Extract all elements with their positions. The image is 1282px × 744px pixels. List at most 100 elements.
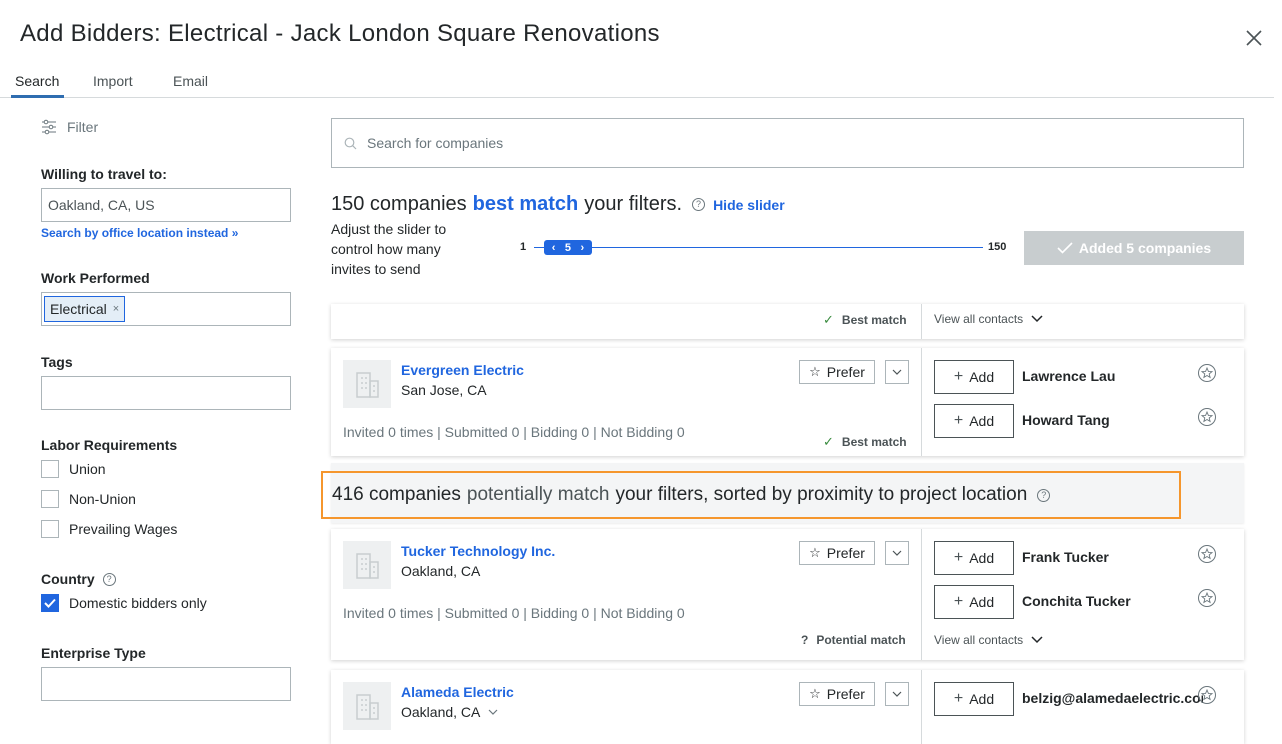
view-all-contacts-link[interactable]: View all contacts	[934, 633, 1043, 647]
plus-icon: +	[953, 368, 964, 385]
prefer-button[interactable]: ☆ Prefer	[799, 682, 875, 706]
union-checkbox[interactable]	[41, 460, 59, 478]
enterprise-type-input[interactable]	[41, 667, 291, 701]
chevron-down-icon	[488, 709, 498, 715]
prevailing-wages-label: Prevailing Wages	[69, 521, 178, 537]
company-location-row[interactable]: Oakland, CA	[401, 704, 498, 720]
help-icon[interactable]: ?	[102, 572, 116, 586]
best-match-headline: 150 companies best match your filters. ?…	[331, 193, 785, 216]
prefer-button[interactable]: ☆ Prefer	[799, 541, 875, 565]
tags-label: Tags	[41, 354, 73, 370]
checkmark-icon	[44, 598, 56, 608]
plus-icon: +	[953, 412, 964, 429]
question-icon: ?	[801, 633, 809, 647]
chevron-left-icon: ‹	[551, 241, 556, 254]
added-companies-button[interactable]: Added 5 companies	[1024, 231, 1244, 265]
company-menu-button[interactable]	[885, 541, 909, 565]
contact-name: Frank Tucker	[1022, 549, 1109, 565]
tab-search[interactable]: Search	[15, 73, 59, 89]
company-card-alameda: Alameda Electric Oakland, CA ☆ Prefer + A…	[331, 670, 1244, 744]
company-name-link[interactable]: Tucker Technology Inc.	[401, 543, 555, 559]
view-all-label: View all contacts	[934, 312, 1024, 326]
chip-remove-icon[interactable]: ×	[113, 303, 119, 315]
plus-icon: +	[953, 690, 964, 707]
work-performed-label: Work Performed	[41, 270, 150, 286]
slider-handle[interactable]: ‹ 5 ›	[544, 240, 592, 255]
chevron-down-icon	[892, 691, 902, 697]
domestic-label: Domestic bidders only	[69, 595, 207, 611]
company-name-link[interactable]: Evergreen Electric	[401, 362, 524, 378]
slider-min-label: 1	[520, 241, 527, 253]
potential-suffix: your filters, sorted by proximity to pro…	[615, 484, 1028, 505]
company-stats: Invited 0 times | Submitted 0 | Bidding …	[343, 424, 685, 440]
prefer-button[interactable]: ☆ Prefer	[799, 360, 875, 384]
country-label-row: Country ?	[41, 571, 116, 587]
add-contact-button[interactable]: + Add	[934, 360, 1014, 394]
best-suffix: your filters.	[584, 193, 683, 215]
star-outline-icon: ☆	[809, 686, 821, 701]
office-location-link[interactable]: Search by office location instead »	[41, 226, 238, 240]
contact-name: Conchita Tucker	[1022, 593, 1131, 609]
best-match-label: Best match	[841, 435, 907, 449]
favorite-star-icon[interactable]	[1197, 588, 1217, 608]
company-location: Oakland, CA	[401, 704, 481, 720]
prefer-label: Prefer	[826, 364, 865, 380]
favorite-star-icon[interactable]	[1197, 407, 1217, 427]
add-contact-button[interactable]: + Add	[934, 682, 1014, 716]
help-icon[interactable]: ?	[1037, 488, 1051, 502]
add-contact-button[interactable]: + Add	[934, 404, 1014, 438]
favorite-star-icon[interactable]	[1197, 685, 1217, 705]
company-location: Oakland, CA	[401, 563, 481, 579]
building-icon	[356, 372, 379, 398]
slider-max-label: 150	[988, 241, 1007, 253]
help-icon[interactable]: ?	[692, 198, 706, 211]
potential-match-tag: ? Potential match	[801, 633, 906, 647]
active-tab-indicator	[11, 95, 64, 98]
prevailing-wages-checkbox[interactable]	[41, 520, 59, 538]
tab-bar: Search Import Email	[0, 68, 1274, 98]
add-label: Add	[969, 594, 995, 610]
labor-option-union[interactable]: Union	[41, 460, 106, 478]
potential-count: 416 companies	[332, 484, 461, 505]
best-count: 150 companies	[331, 193, 467, 215]
potential-match-headline: 416 companies potentially match your fil…	[321, 471, 1181, 519]
building-icon	[356, 694, 379, 720]
domestic-checkbox[interactable]	[41, 594, 59, 612]
added-button-label: Added 5 companies	[1078, 240, 1212, 256]
search-input[interactable]	[367, 135, 1167, 151]
labor-option-prevailing-wages[interactable]: Prevailing Wages	[41, 520, 177, 538]
travel-location-input[interactable]	[41, 188, 291, 222]
favorite-star-icon[interactable]	[1197, 544, 1217, 564]
tags-input[interactable]	[41, 376, 291, 410]
hide-slider-link[interactable]: Hide slider	[713, 197, 785, 213]
building-icon	[356, 553, 379, 579]
company-card-tucker: Tucker Technology Inc. Oakland, CA Invit…	[331, 529, 1244, 660]
filter-label: Filter	[67, 119, 99, 135]
plus-icon: +	[953, 549, 964, 566]
potential-match-label: Potential match	[816, 633, 906, 647]
search-icon	[344, 137, 357, 149]
company-name-link[interactable]: Alameda Electric	[401, 684, 514, 700]
tab-email[interactable]: Email	[173, 73, 208, 89]
company-search-box[interactable]	[331, 118, 1244, 168]
tab-import[interactable]: Import	[93, 73, 133, 89]
labor-option-non-union[interactable]: Non-Union	[41, 490, 136, 508]
non-union-checkbox[interactable]	[41, 490, 59, 508]
company-location: San Jose, CA	[401, 382, 487, 398]
close-icon[interactable]	[1242, 26, 1266, 50]
add-contact-button[interactable]: + Add	[934, 541, 1014, 575]
company-logo-placeholder	[343, 541, 391, 589]
view-all-contacts-link[interactable]: View all contacts	[934, 312, 1043, 326]
add-label: Add	[969, 369, 995, 385]
domestic-bidders-option[interactable]: Domestic bidders only	[41, 594, 207, 612]
favorite-star-icon[interactable]	[1197, 363, 1217, 383]
company-menu-button[interactable]	[885, 682, 909, 706]
contact-name: Lawrence Lau	[1022, 368, 1116, 384]
slider-track[interactable]	[534, 247, 983, 248]
view-all-label: View all contacts	[934, 633, 1024, 647]
chevron-down-icon	[1031, 315, 1043, 323]
prefer-label: Prefer	[826, 545, 865, 561]
company-menu-button[interactable]	[885, 360, 909, 384]
filter-header[interactable]: Filter	[41, 119, 98, 135]
add-contact-button[interactable]: + Add	[934, 585, 1014, 619]
